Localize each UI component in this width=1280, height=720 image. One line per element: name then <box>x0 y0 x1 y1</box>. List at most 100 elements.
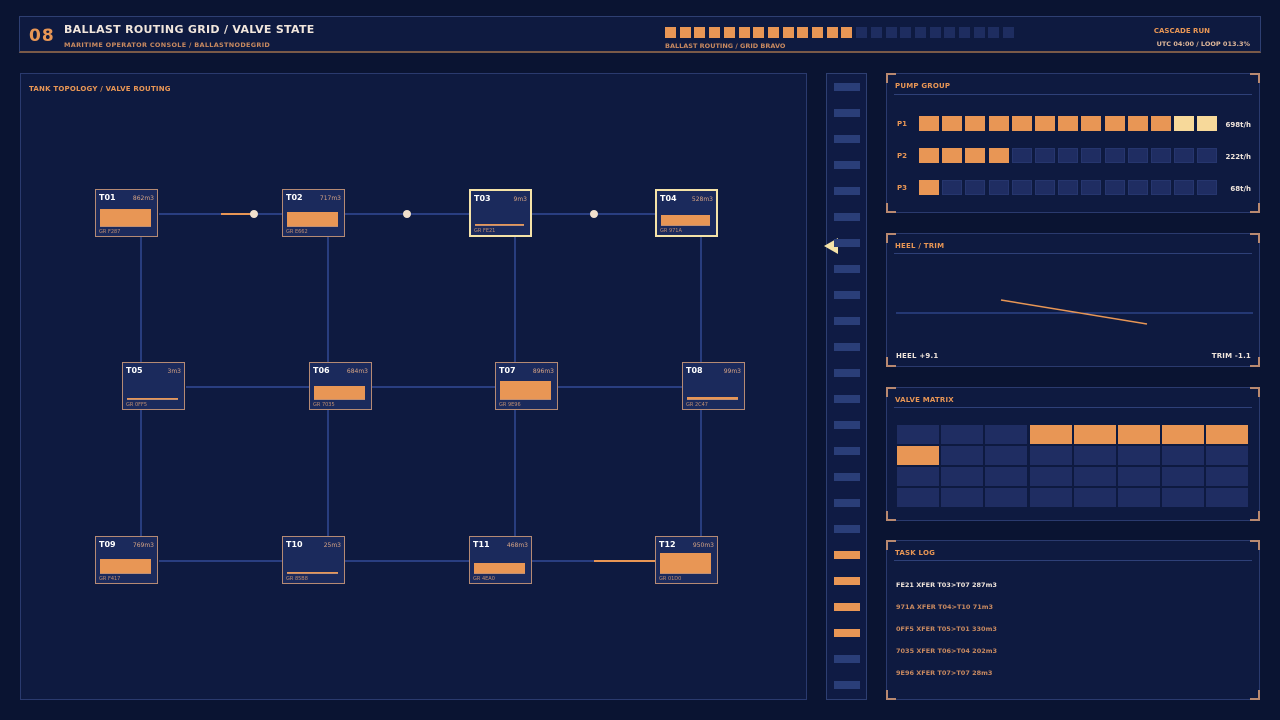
heel-readout: HEEL +9.1 <box>896 352 939 360</box>
valve-cell[interactable] <box>1029 488 1072 507</box>
tank-id: T03 <box>474 194 491 203</box>
pump-cell <box>1127 180 1148 195</box>
pump-cell <box>1011 148 1032 163</box>
valve-cell[interactable] <box>985 446 1028 465</box>
tank-volume: 862m3 <box>132 195 154 202</box>
rail-segment <box>834 213 860 221</box>
valve-cell[interactable] <box>985 425 1028 444</box>
trim-indicator <box>896 299 1253 325</box>
rail-segment <box>834 187 860 195</box>
valve-cell[interactable] <box>1118 425 1160 444</box>
rail-segment <box>834 655 860 663</box>
tank-volume: 769m3 <box>132 542 154 549</box>
tank-t05[interactable]: T05 3m3 GR 0FF5 <box>122 362 185 410</box>
valve-cell[interactable] <box>897 488 939 507</box>
heel-line <box>1000 299 1148 325</box>
valve-cell[interactable] <box>1073 425 1116 444</box>
pump-cell <box>1011 116 1032 131</box>
valve-cell[interactable] <box>1118 488 1160 507</box>
tank-t11[interactable]: T11 468m3 GR 4EA0 <box>469 536 532 584</box>
tank-id: T05 <box>126 366 143 375</box>
task-log-panel: TASK LOG FE21 XFER T03>T07 287m3 971A XFE… <box>886 540 1260 700</box>
tank-id: T02 <box>286 193 303 202</box>
progress-segment <box>812 27 823 38</box>
progress-segment <box>973 27 985 38</box>
rail-segment <box>834 395 860 403</box>
valve-cell[interactable] <box>1162 488 1205 507</box>
pump-cell <box>919 148 939 163</box>
pump-cell <box>965 180 986 195</box>
tank-t09[interactable]: T09 769m3 GR F417 <box>95 536 158 584</box>
tank-t06[interactable]: T06 684m3 GR 7035 <box>309 362 372 410</box>
pump-rate: 68t/h <box>1230 185 1251 193</box>
valve-cell[interactable] <box>1162 446 1205 465</box>
pump-cell <box>1151 116 1171 131</box>
valve-cell[interactable] <box>1073 467 1116 486</box>
tank-gr-code: GR FE21 <box>474 228 496 234</box>
pump-cell <box>965 116 986 131</box>
progress-segment <box>929 27 941 38</box>
pump-cell <box>988 180 1009 195</box>
valve-cell[interactable] <box>941 425 984 444</box>
valve-cell[interactable] <box>985 467 1028 486</box>
progress-segment <box>797 27 809 38</box>
tank-t03[interactable]: T03 9m3 GR FE21 <box>469 189 532 237</box>
pump-cell <box>1058 180 1079 195</box>
valve-cell[interactable] <box>1206 467 1249 486</box>
tank-t04[interactable]: T04 528m3 GR 971A <box>655 189 718 237</box>
valve-cell[interactable] <box>897 446 939 465</box>
pump-cell <box>1058 148 1079 163</box>
tank-t08[interactable]: T08 99m3 GR 2C47 <box>682 362 745 410</box>
tank-t12[interactable]: T12 950m3 GR 01D0 <box>655 536 718 584</box>
valve-cell[interactable] <box>1029 425 1072 444</box>
valve-cell[interactable] <box>1029 446 1072 465</box>
rail-segment <box>834 447 860 455</box>
tank-id: T06 <box>313 366 330 375</box>
level-rail[interactable] <box>824 73 867 700</box>
progress-segment <box>856 27 868 38</box>
tank-volume: 528m3 <box>691 196 713 203</box>
progress-segment <box>988 27 1000 38</box>
tank-id: T08 <box>686 366 703 375</box>
rail-segment <box>834 421 860 429</box>
pump-cell <box>919 116 939 131</box>
valve-cell[interactable] <box>1029 467 1072 486</box>
pump-group-title: PUMP GROUP <box>895 82 951 90</box>
tank-volume: 717m3 <box>319 195 341 202</box>
progress-segment <box>782 27 794 38</box>
valve-cell[interactable] <box>1162 425 1205 444</box>
pump-label: P2 <box>897 152 908 160</box>
rail-segment <box>834 83 860 91</box>
rail-segment <box>834 109 860 117</box>
rail-segment <box>834 135 860 143</box>
valve-cell[interactable] <box>1206 488 1249 507</box>
valve-cell[interactable] <box>897 425 939 444</box>
rail-segment <box>834 525 860 533</box>
progress-segment <box>885 27 897 38</box>
rail-segment <box>834 291 860 299</box>
valve-cell[interactable] <box>897 467 939 486</box>
valve-cell[interactable] <box>1206 446 1249 465</box>
valve-cell[interactable] <box>1073 446 1116 465</box>
valve-cell[interactable] <box>1118 446 1160 465</box>
tank-t10[interactable]: T10 25m3 GR 85B8 <box>282 536 345 584</box>
valve-cell[interactable] <box>1118 467 1160 486</box>
pump-rate: 222t/h <box>1225 153 1252 161</box>
log-entry: FE21 XFER T03>T07 287m3 <box>896 581 997 589</box>
valve-cell[interactable] <box>1073 488 1116 507</box>
valve-cell[interactable] <box>1206 425 1249 444</box>
valve-cell[interactable] <box>1162 467 1205 486</box>
pump-cell <box>1197 116 1218 131</box>
pump-group-panel: PUMP GROUP P1 698t/h P2 222t/h P3 68t/h <box>886 73 1260 213</box>
tank-volume: 896m3 <box>532 368 554 375</box>
progress-segment <box>900 27 912 38</box>
tank-volume: 950m3 <box>692 542 714 549</box>
valve-cell[interactable] <box>941 488 984 507</box>
valve-cell[interactable] <box>941 446 984 465</box>
tank-t02[interactable]: T02 717m3 GR E662 <box>282 189 345 237</box>
page-subtitle: MARITIME OPERATOR CONSOLE / BALLASTNODEG… <box>64 41 271 49</box>
tank-t07[interactable]: T07 896m3 GR 9E96 <box>495 362 558 410</box>
valve-cell[interactable] <box>941 467 984 486</box>
valve-cell[interactable] <box>985 488 1028 507</box>
tank-t01[interactable]: T01 862m3 GR F287 <box>95 189 158 237</box>
